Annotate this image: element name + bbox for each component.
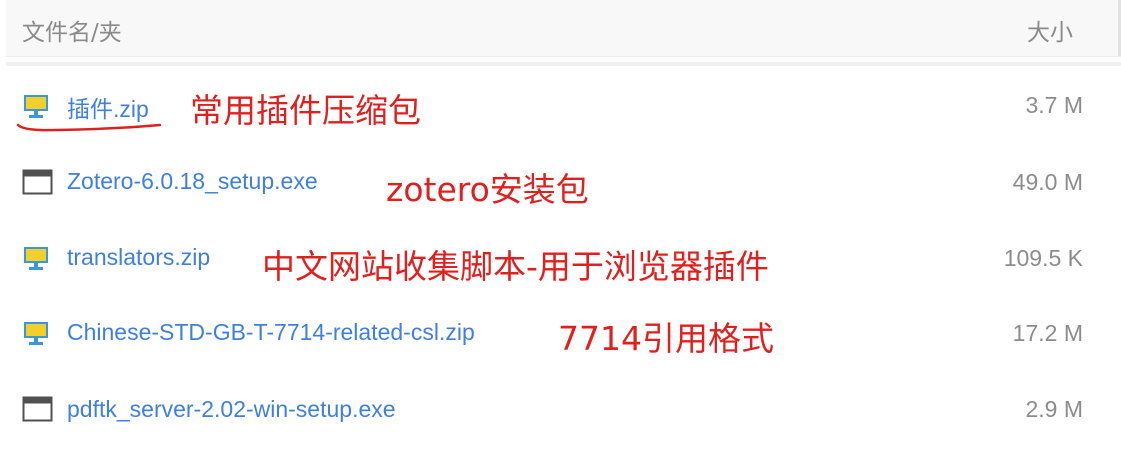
exe-application-icon — [22, 169, 54, 195]
file-size: 2.9 M — [1025, 396, 1083, 422]
file-list-header: 文件名/夹 大小 — [6, 0, 1121, 57]
file-row[interactable]: pdftk_server-2.02-win-setup.exe 2.9 M — [0, 371, 1121, 447]
file-row[interactable]: translators.zip 中文网站收集脚本-用于浏览器插件 109.5 K — [0, 219, 1121, 295]
annotation-note: 常用插件压缩包 — [190, 91, 421, 130]
file-size: 109.5 K — [1003, 245, 1083, 271]
zip-archive-icon — [22, 245, 54, 271]
file-row[interactable]: Zotero-6.0.18_setup.exe zotero安装包 49.0 M — [0, 143, 1121, 219]
file-name-link[interactable]: pdftk_server-2.02-win-setup.exe — [67, 396, 396, 423]
annotation-note: 中文网站收集脚本-用于浏览器插件 — [262, 247, 769, 286]
file-name-link[interactable]: 插件.zip — [67, 90, 149, 124]
name-column-header[interactable]: 文件名/夹 — [22, 13, 122, 47]
file-size: 3.7 M — [1025, 92, 1083, 118]
file-name-link[interactable]: Zotero-6.0.18_setup.exe — [67, 168, 318, 195]
file-row[interactable]: Chinese-STD-GB-T-7714-related-csl.zip 77… — [0, 295, 1121, 371]
annotation-note: 7714引用格式 — [558, 319, 774, 358]
size-column-header[interactable]: 大小 — [1027, 13, 1073, 47]
file-size: 17.2 M — [1012, 320, 1083, 346]
annotation-note: zotero安装包 — [386, 170, 589, 209]
file-name-link[interactable]: translators.zip — [67, 244, 210, 271]
zip-archive-icon — [22, 320, 54, 346]
exe-application-icon — [22, 396, 54, 422]
file-size: 49.0 M — [1012, 169, 1083, 195]
file-name-link[interactable]: Chinese-STD-GB-T-7714-related-csl.zip — [67, 319, 475, 346]
file-row[interactable]: 插件.zip 常用插件压缩包 3.7 M — [0, 66, 1121, 142]
red-underline-mark — [16, 123, 162, 132]
zip-archive-icon — [22, 93, 54, 119]
